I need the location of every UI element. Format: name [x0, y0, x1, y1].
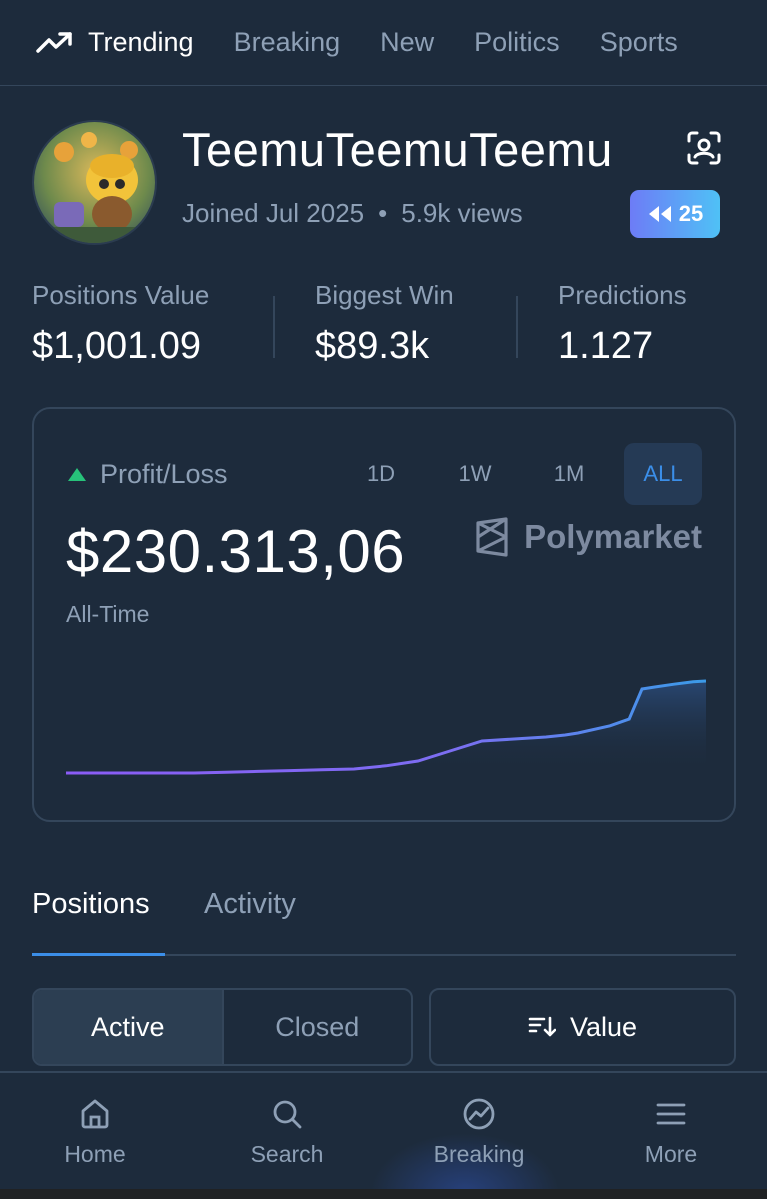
scan-profile-icon[interactable] — [686, 130, 722, 166]
nav-politics-label: Politics — [474, 27, 560, 57]
bottom-nav: Home Search Breaking More — [0, 1071, 767, 1199]
active-tab-indicator — [32, 953, 165, 956]
up-triangle-icon — [68, 468, 86, 481]
nav-sports[interactable]: Sports — [600, 27, 678, 58]
polymarket-icon — [476, 517, 508, 557]
polymarket-logo: Polymarket — [474, 517, 702, 557]
system-bar — [0, 1189, 767, 1199]
range-1m[interactable]: 1M — [522, 443, 616, 505]
view-count: 5.9k views — [401, 198, 523, 228]
bottom-nav-breaking[interactable]: Breaking — [404, 1097, 554, 1168]
stat-value: $1,001.09 — [32, 325, 202, 367]
profile-meta: Joined Jul 2025 • 5.9k views — [182, 198, 523, 229]
status-toggle: Active Closed — [32, 988, 413, 1066]
stat-label: Positions Value — [32, 280, 210, 310]
stat-value: $89.3k — [315, 325, 430, 367]
stat-label: Biggest Win — [315, 280, 454, 310]
stat-divider — [516, 296, 518, 358]
top-nav: Trending Breaking New Politics Sports — [0, 0, 767, 86]
status-active[interactable]: Active — [34, 990, 222, 1064]
profile-header: TeemuTeemuTeemu Joined Jul 2025 • 5.9k vie… — [32, 120, 736, 245]
nav-breaking-label: Breaking — [233, 27, 341, 57]
profit-loss-chart[interactable] — [66, 667, 706, 787]
menu-icon — [656, 1103, 686, 1125]
profit-loss-card: Profit/Loss 1D 1W 1M ALL $230.313,06 Pol… — [32, 407, 736, 822]
stat-label: Predictions — [558, 280, 687, 310]
stat-value: 1.127 — [558, 325, 654, 367]
nav-trending-label: Trending — [88, 27, 194, 57]
nav-sports-label: Sports — [599, 27, 678, 57]
nav-trending[interactable]: Trending — [36, 27, 194, 58]
bottom-nav-label: Search — [250, 1141, 324, 1167]
trending-icon — [36, 31, 72, 53]
badge-count: 25 — [678, 201, 704, 226]
profile-tabs: Positions Activity — [32, 884, 736, 956]
avatar-image — [34, 122, 155, 243]
bottom-nav-search[interactable]: Search — [212, 1097, 362, 1168]
nav-new[interactable]: New — [380, 27, 434, 58]
sort-button[interactable]: Value — [429, 988, 736, 1066]
rewind-icon — [648, 206, 671, 222]
avatar[interactable] — [32, 120, 157, 245]
period-label: All-Time — [66, 601, 150, 627]
profit-loss-label: Profit/Loss — [100, 459, 228, 489]
tab-positions[interactable]: Positions — [32, 888, 150, 921]
home-icon — [81, 1099, 109, 1129]
sort-label: Value — [569, 1011, 638, 1042]
sort-icon — [528, 1016, 556, 1037]
bottom-nav-label: More — [644, 1141, 698, 1167]
stat-divider — [273, 296, 275, 358]
bottom-nav-label: Home — [64, 1141, 126, 1167]
trend-circle-icon — [463, 1098, 495, 1130]
range-all[interactable]: ALL — [624, 443, 702, 505]
stat-predictions: Predictions 1.127 — [558, 280, 687, 368]
nav-breaking[interactable]: Breaking — [234, 27, 341, 58]
status-closed[interactable]: Closed — [221, 990, 412, 1064]
stat-positions-value: Positions Value $1,001.09 — [32, 280, 209, 368]
range-1w[interactable]: 1W — [428, 443, 522, 505]
joined-date: Joined Jul 2025 — [182, 198, 365, 228]
meta-separator: • — [378, 198, 388, 228]
range-1d[interactable]: 1D — [334, 443, 428, 505]
profit-loss-heading: Profit/Loss — [68, 459, 228, 490]
nav-politics[interactable]: Politics — [474, 27, 560, 58]
bottom-nav-label: Breaking — [433, 1141, 525, 1167]
range-selector: 1D 1W 1M ALL — [334, 443, 702, 505]
stat-biggest-win: Biggest Win $89.3k — [315, 280, 454, 368]
profit-loss-value: $230.313,06 — [66, 518, 406, 585]
profile-stats: Positions Value $1,001.09 Biggest Win $8… — [32, 280, 736, 370]
username: TeemuTeemuTeemu — [182, 123, 613, 176]
tab-activity[interactable]: Activity — [204, 888, 296, 921]
brand-name: Polymarket — [524, 518, 702, 555]
nav-new-label: New — [380, 27, 435, 57]
bottom-nav-more[interactable]: More — [596, 1097, 746, 1168]
rewind-badge[interactable]: 25 — [630, 190, 720, 238]
search-icon — [273, 1100, 302, 1129]
bottom-nav-home[interactable]: Home — [20, 1097, 170, 1168]
